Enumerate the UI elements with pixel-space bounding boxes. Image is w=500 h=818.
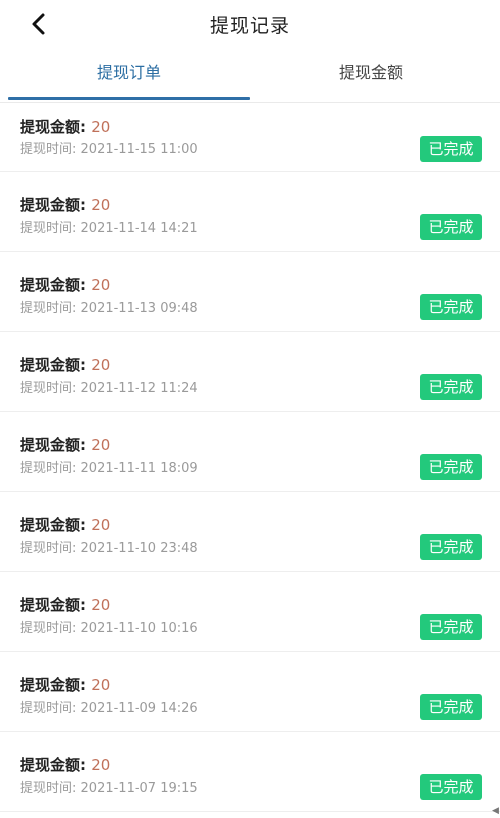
amount-label: 提现金额: [20, 516, 86, 534]
amount-line: 提现金额: 20 [20, 754, 110, 775]
amount-line: 提现金额: 20 [20, 514, 110, 535]
corner-arrow-icon: ◀ [492, 806, 499, 816]
time-value: 2021-11-07 19:15 [80, 781, 198, 796]
time-label: 提现时间: [20, 142, 77, 157]
status-badge: 已完成 [420, 614, 482, 640]
time-label: 提现时间: [20, 221, 77, 236]
amount-line: 提现金额: 20 [20, 434, 110, 455]
amount-line: 提现金额: 20 [20, 274, 110, 295]
app-header: 提现记录 [0, 0, 500, 48]
list-item[interactable]: 提现金额: 20 提现时间: 2021-11-12 11:24 已完成 [0, 332, 500, 412]
list-item[interactable]: 提现金额: 20 提现时间: 2021-11-09 14:26 已完成 [0, 652, 500, 732]
time-value: 2021-11-13 09:48 [80, 301, 198, 316]
amount-label: 提现金额: [20, 118, 86, 136]
time-label: 提现时间: [20, 541, 77, 556]
time-label: 提现时间: [20, 381, 77, 396]
amount-line: 提现金额: 20 [20, 116, 110, 137]
amount-label: 提现金额: [20, 676, 86, 694]
status-badge: 已完成 [420, 214, 482, 240]
time-line: 提现时间: 2021-11-13 09:48 [20, 297, 198, 316]
amount-value: 20 [91, 756, 111, 774]
amount-line: 提现金额: 20 [20, 194, 110, 215]
time-label: 提现时间: [20, 781, 77, 796]
time-label: 提现时间: [20, 301, 77, 316]
list-item[interactable]: 提现金额: 20 提现时间: 2021-11-13 09:48 已完成 [0, 252, 500, 332]
amount-value: 20 [91, 676, 111, 694]
amount-label: 提现金额: [20, 196, 86, 214]
time-line: 提现时间: 2021-11-11 18:09 [20, 457, 198, 476]
status-badge: 已完成 [420, 534, 482, 560]
time-line: 提现时间: 2021-11-12 11:24 [20, 377, 198, 396]
time-line: 提现时间: 2021-11-07 19:15 [20, 777, 198, 796]
tab-withdraw-orders[interactable]: 提现订单 [8, 48, 250, 102]
amount-value: 20 [91, 516, 111, 534]
active-tab-indicator [8, 97, 250, 100]
list-item[interactable]: 提现金额: 20 提现时间: 2021-11-07 19:15 已完成 [0, 732, 500, 812]
list-item[interactable]: 提现金额: 20 提现时间: 2021-11-14 14:21 已完成 [0, 172, 500, 252]
list-item[interactable]: 提现金额: 20 提现时间: 2021-11-11 18:09 已完成 [0, 412, 500, 492]
amount-label: 提现金额: [20, 596, 86, 614]
time-line: 提现时间: 2021-11-09 14:26 [20, 697, 198, 716]
time-line: 提现时间: 2021-11-10 23:48 [20, 537, 198, 556]
time-line: 提现时间: 2021-11-14 14:21 [20, 217, 198, 236]
amount-value: 20 [91, 356, 111, 374]
time-value: 2021-11-09 14:26 [80, 701, 198, 716]
time-value: 2021-11-14 14:21 [80, 221, 198, 236]
time-label: 提现时间: [20, 621, 77, 636]
time-value: 2021-11-10 23:48 [80, 541, 198, 556]
amount-value: 20 [91, 196, 111, 214]
amount-label: 提现金额: [20, 756, 86, 774]
time-value: 2021-11-12 11:24 [80, 381, 198, 396]
time-value: 2021-11-10 10:16 [80, 621, 198, 636]
withdrawal-record-list: 提现金额: 20 提现时间: 2021-11-15 11:00 已完成 提现金额… [0, 104, 500, 812]
time-line: 提现时间: 2021-11-10 10:16 [20, 617, 198, 636]
tab-withdraw-amount[interactable]: 提现金额 [250, 48, 492, 102]
status-badge: 已完成 [420, 136, 482, 162]
list-item[interactable]: 提现金额: 20 提现时间: 2021-11-15 11:00 已完成 [0, 104, 500, 172]
amount-value: 20 [91, 118, 111, 136]
amount-line: 提现金额: 20 [20, 354, 110, 375]
amount-label: 提现金额: [20, 276, 86, 294]
amount-value: 20 [91, 436, 111, 454]
time-value: 2021-11-11 18:09 [80, 461, 198, 476]
time-label: 提现时间: [20, 701, 77, 716]
status-badge: 已完成 [420, 694, 482, 720]
list-item[interactable]: 提现金额: 20 提现时间: 2021-11-10 23:48 已完成 [0, 492, 500, 572]
time-value: 2021-11-15 11:00 [80, 142, 198, 157]
amount-line: 提现金额: 20 [20, 594, 110, 615]
status-badge: 已完成 [420, 454, 482, 480]
time-line: 提现时间: 2021-11-15 11:00 [20, 138, 198, 157]
amount-label: 提现金额: [20, 436, 86, 454]
status-badge: 已完成 [420, 374, 482, 400]
status-badge: 已完成 [420, 774, 482, 800]
status-badge: 已完成 [420, 294, 482, 320]
page-title: 提现记录 [209, 15, 290, 37]
amount-value: 20 [91, 596, 111, 614]
tab-bar: 提现订单 提现金额 [0, 48, 500, 103]
list-item[interactable]: 提现金额: 20 提现时间: 2021-11-10 10:16 已完成 [0, 572, 500, 652]
time-label: 提现时间: [20, 461, 77, 476]
amount-line: 提现金额: 20 [20, 674, 110, 695]
amount-label: 提现金额: [20, 356, 86, 374]
amount-value: 20 [91, 276, 111, 294]
